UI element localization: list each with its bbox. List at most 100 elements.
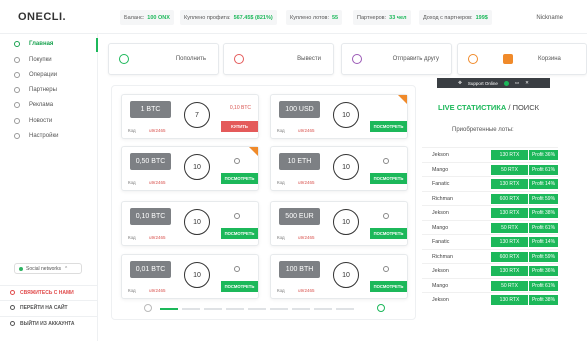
cart-icon — [14, 57, 20, 63]
view-button[interactable]: ПОСМОТРЕТЬ — [221, 228, 258, 239]
lot-card[interactable]: 10 ETH 10 Код u9r2465 ПОСМОТРЕТЬ — [270, 146, 408, 191]
page-indicator[interactable] — [314, 308, 332, 310]
sidebar-item-operations[interactable]: Операции — [14, 69, 94, 81]
news-icon — [14, 118, 20, 124]
close-icon[interactable]: ✕ — [525, 80, 529, 86]
table-row: Fanatic 130 RTX Profit 14% — [422, 234, 558, 249]
stat-lots: Куплено лотов: 55 — [286, 10, 343, 25]
page-indicator[interactable] — [204, 308, 222, 310]
table-row: Mango 50 RTX Profit 61% — [422, 161, 558, 177]
lot-amount: 0,10 BTC — [130, 208, 171, 225]
next-page-button[interactable] — [377, 304, 385, 312]
table-row: Jekson 130 RTX Profit 36% — [422, 147, 558, 162]
target-icon — [234, 266, 240, 272]
lot-amount: 10 ETH — [279, 153, 320, 170]
lot-card[interactable]: 0,01 BTC 10 Код u9r2465 ПОСМОТРЕТЬ — [121, 254, 259, 299]
page-indicator[interactable] — [248, 308, 266, 310]
sidebar-item-purchases[interactable]: Покупки — [14, 54, 94, 66]
home-icon — [14, 41, 20, 47]
go-to-site-link[interactable]: ПЕРЕЙТИ НА САЙТ — [0, 300, 98, 314]
sidebar-item-news[interactable]: Новости — [14, 115, 94, 127]
target-icon — [383, 213, 389, 219]
minimize-icon[interactable]: ▭ — [515, 80, 519, 86]
sidebar-item-ads[interactable]: Реклама — [14, 99, 94, 111]
lot-dial: 10 — [184, 209, 210, 235]
lot-card[interactable]: 100 BTH 10 Код u9r2465 ПОСМОТРЕТЬ — [270, 254, 408, 299]
sidebar-item-settings[interactable]: Настройки — [14, 130, 94, 142]
lot-code: u9r2465 — [298, 180, 315, 185]
lot-amount: 100 USD — [279, 101, 320, 118]
buy-button[interactable]: КУПИТЬ — [221, 121, 258, 132]
view-button[interactable]: ПОСМОТРЕТЬ — [370, 173, 407, 184]
move-icon: ✥ — [458, 80, 462, 85]
send-friend-button[interactable]: Отправить другу — [341, 43, 452, 75]
deposit-button[interactable]: Пополнить — [108, 43, 219, 75]
search-link[interactable]: / ПОИСК — [508, 103, 539, 112]
lots-panel: 1 BTC 7 Код u9r2465 0,10 BTC КУПИТЬ 100 USD 10… — [111, 85, 416, 320]
stat-partners: Партнеров: 33 чел — [353, 10, 411, 25]
lot-card[interactable]: 100 USD 10 Код u9r2465 ПОСМОТРЕТЬ — [270, 94, 408, 139]
lot-amount: 100 BTH — [279, 261, 320, 278]
table-row: Mango 50 RTX Profit 61% — [422, 277, 558, 293]
target-icon — [383, 266, 389, 272]
lot-dial: 10 — [184, 262, 210, 288]
table-row: Richman 600 RTX Profit 59% — [422, 190, 558, 206]
lot-code: u9r2465 — [149, 288, 166, 293]
lot-amount: 0,50 BTC — [130, 153, 171, 170]
page-indicator[interactable] — [160, 308, 178, 310]
withdraw-button[interactable]: Вывести — [223, 43, 334, 75]
active-indicator — [96, 38, 98, 52]
plus-icon — [119, 54, 129, 64]
stat-partner-income: Доход с партнеров: 199$ — [419, 10, 492, 25]
lot-amount: 0,01 BTC — [130, 261, 171, 278]
chat-icon — [10, 290, 15, 295]
view-button[interactable]: ПОСМОТРЕТЬ — [370, 228, 407, 239]
table-row: Richman 600 RTX Profit 59% — [422, 248, 558, 264]
view-button[interactable]: ПОСМОТРЕТЬ — [221, 281, 258, 292]
target-icon — [234, 158, 240, 164]
prev-page-button[interactable] — [144, 304, 152, 312]
lot-card[interactable]: 0,10 BTC 10 Код u9r2465 ПОСМОТРЕТЬ — [121, 201, 259, 246]
view-button[interactable]: ПОСМОТРЕТЬ — [221, 173, 258, 184]
logout-icon — [10, 321, 15, 326]
lot-amount: 1 BTC — [130, 101, 171, 118]
stat-profit: Куплено профита: 567.45$ (821%) — [180, 10, 277, 25]
target-icon — [234, 213, 240, 219]
page-indicator[interactable] — [226, 308, 244, 310]
online-dot — [503, 80, 509, 86]
lot-dial: 10 — [184, 154, 210, 180]
send-icon — [352, 54, 362, 64]
lots-pager — [144, 303, 390, 315]
lot-code: u9r2465 — [149, 180, 166, 185]
view-button[interactable]: ПОСМОТРЕТЬ — [370, 281, 407, 292]
stat-balance: Баланс: 100 ONX — [120, 10, 174, 25]
page-indicator[interactable] — [336, 308, 354, 310]
social-networks-dropdown[interactable]: Social networks ⌃ — [14, 263, 82, 274]
social-icon — [19, 266, 23, 271]
logo: ONECLI. — [18, 11, 67, 23]
contact-us-link[interactable]: СВЯЖИТЕСЬ С НАМИ — [0, 285, 98, 299]
minus-icon — [234, 54, 244, 64]
user-nickname[interactable]: Nickname — [536, 15, 563, 21]
table-row: Fanatic 130 RTX Profit 14% — [422, 176, 558, 191]
page-indicator[interactable] — [292, 308, 310, 310]
page-indicator[interactable] — [182, 308, 200, 310]
lot-price: 0,10 BTC — [229, 105, 251, 111]
lot-card[interactable]: 0,50 BTC 10 Код u9r2465 ПОСМОТРЕТЬ — [121, 146, 259, 191]
cart-icon — [503, 54, 513, 64]
view-button[interactable]: ПОСМОТРЕТЬ — [370, 121, 407, 132]
lot-dial: 10 — [333, 209, 359, 235]
lot-card[interactable]: 500 EUR 10 Код u9r2465 ПОСМОТРЕТЬ — [270, 201, 408, 246]
lot-card[interactable]: 1 BTC 7 Код u9r2465 0,10 BTC КУПИТЬ — [121, 94, 259, 139]
lot-code: u9r2465 — [149, 235, 166, 240]
live-stats-title: LIVE СТАТИСТИКА / ПОИСК — [438, 103, 539, 112]
logout-link[interactable]: ВЫЙТИ ИЗ АККАУНТА — [0, 316, 98, 330]
sidebar-item-home[interactable]: Главная — [14, 38, 94, 50]
table-row: Jekson 130 RTX Profit 38% — [422, 205, 558, 220]
coin-icon — [468, 54, 478, 64]
cart-button[interactable]: Корзина — [457, 43, 587, 75]
lot-dial: 7 — [184, 102, 210, 128]
sidebar-item-partners[interactable]: Партнеры — [14, 84, 94, 96]
page-indicator[interactable] — [270, 308, 288, 310]
support-online-bar[interactable]: ✥ Support Online ▭ ✕ — [437, 78, 550, 88]
